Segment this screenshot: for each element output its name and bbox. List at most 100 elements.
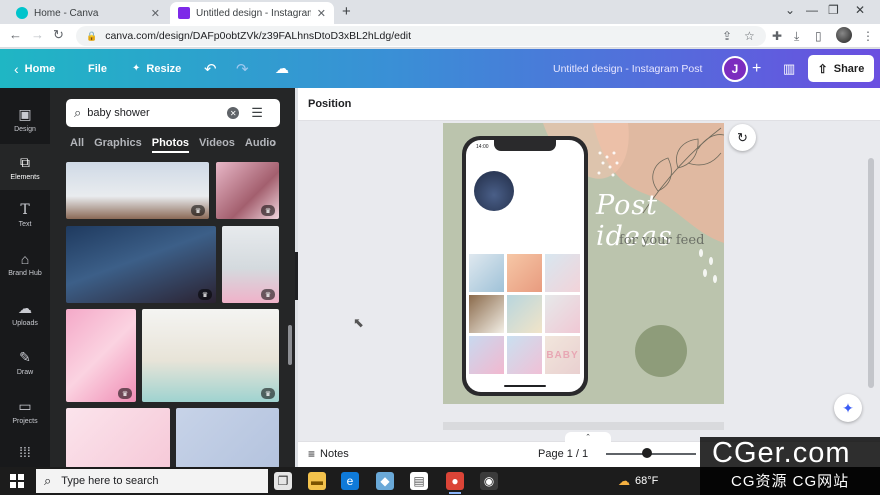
restore-icon[interactable]: ❐ [828,3,839,17]
rail-item-elements[interactable]: ⧉ Elements [0,144,50,190]
feed-grid-cell [507,336,542,374]
windows-start-icon[interactable] [10,474,24,488]
share-page-icon[interactable]: ⇪ [722,29,732,43]
premium-crown-icon: ♛ [261,388,275,399]
close-window-icon[interactable]: ✕ [855,3,865,17]
phone-mockup[interactable]: 14:00 BABY [462,136,588,396]
panel-scrollbar[interactable] [288,325,292,365]
rail-item-draw[interactable]: ✎ Draw [0,339,50,385]
redo-icon[interactable]: ↷ [236,49,249,88]
bookmark-star-icon[interactable]: ☆ [744,29,755,43]
rail-item-projects[interactable]: ▭ Projects [0,388,50,434]
photo-result[interactable]: ♛ [216,162,279,219]
photo-result[interactable]: ♛ [142,309,279,402]
side-panel-icon[interactable]: ▯ [815,29,822,43]
cloudy-sun-icon: ☁ [618,474,630,488]
chrome-icon[interactable]: ● [446,472,464,494]
user-avatar[interactable]: J [722,56,748,82]
tab-videos[interactable]: Videos [199,137,235,153]
filter-sliders-icon[interactable]: ☰ [251,105,263,121]
tab-graphics[interactable]: Graphics [94,137,142,153]
phone-status-time: 14:00 [476,144,489,150]
extensions-puzzle-icon[interactable]: ✚ [772,29,782,43]
file-explorer-icon[interactable]: ▬ [308,472,326,490]
premium-crown-icon: ♛ [261,205,275,216]
tab-close-icon[interactable]: ✕ [317,7,326,20]
back-arrow-icon[interactable]: ← [9,27,22,42]
uploads-icon: ☁ [18,299,32,316]
home-label: Home [24,62,56,75]
rail-item-brand-hub[interactable]: ⌂ Brand Hub [0,241,50,287]
task-view-icon[interactable]: ❐ [274,472,292,490]
add-collaborator-plus-icon[interactable]: + [752,49,761,88]
taskbar-search-box[interactable]: ⌕ Type here to search [36,469,268,493]
premium-crown-icon: ♛ [191,205,205,216]
resize-label: Resize [146,62,182,75]
notepad-icon[interactable]: ▤ [410,472,428,490]
phone-home-indicator [504,385,546,387]
feed-grid-cell [507,295,542,333]
editor-scrollbar[interactable] [868,158,874,388]
rail-label: Text [18,221,32,228]
rail-label: Draw [16,368,34,376]
forward-arrow-icon[interactable]: → [31,27,44,42]
search-input[interactable] [87,107,224,119]
canva-favicon-icon [16,7,28,19]
kebab-menu-icon[interactable]: ⋮ [862,29,874,43]
premium-crown-icon: ♛ [261,289,275,300]
next-page-placeholder[interactable] [443,422,724,430]
rail-item-design[interactable]: ▣ Design [0,96,50,142]
photo-result[interactable]: ♛ [66,309,136,402]
rail-label: Uploads [12,319,38,327]
cloud-saved-icon[interactable]: ☁ [275,49,289,88]
position-button[interactable]: Position [308,98,351,110]
weather-widget[interactable]: ☁ 68°F [618,474,658,488]
insights-chart-icon[interactable]: ▥ [783,49,795,88]
app-icon[interactable]: ◆ [376,472,394,490]
home-button[interactable]: ‹ Home [14,49,55,88]
edge-browser-icon[interactable]: e [341,472,359,490]
photo-result[interactable]: ♛ [66,162,209,219]
chevron-down-icon[interactable]: ⌄ [785,3,795,17]
page-indicator[interactable]: Page 1 / 1 [538,448,588,460]
share-button[interactable]: ⇧ Share [808,55,874,82]
rail-item-text[interactable]: T Text [0,192,50,238]
magic-sparkle-icon[interactable]: ✦ [834,394,862,422]
tab-untitled-design[interactable]: Untitled design - Instagram Post ✕ [170,2,334,24]
zoom-slider-handle[interactable] [641,448,652,458]
tabs-scroll-right-icon[interactable]: › [272,137,276,149]
lock-icon: 🔒 [86,30,98,41]
phone-screen: 14:00 BABY [466,140,584,392]
profile-photo [474,171,514,211]
design-subheadline[interactable]: for your feed [619,233,704,248]
chevron-up-icon[interactable]: ⌃ [565,432,611,442]
clear-search-icon[interactable]: ✕ [227,107,240,119]
reload-icon[interactable]: ↻ [53,27,64,43]
design-title[interactable]: Untitled design - Instagram Post [553,49,702,88]
resize-button[interactable]: ✦ Resize [132,49,181,88]
screen-recorder-icon[interactable]: ◉ [480,472,498,490]
refresh-icon[interactable]: ↻ [729,124,756,151]
photo-result[interactable]: ♛ [66,226,216,303]
phone-notch [494,140,556,151]
feed-grid-cell [469,295,504,333]
tab-photos[interactable]: Photos [151,137,190,153]
photo-result[interactable]: ♛ [222,226,279,303]
file-menu-button[interactable]: File [88,49,107,88]
profile-avatar-icon[interactable] [836,27,852,43]
undo-icon[interactable]: ↶ [204,49,217,88]
tab-close-icon[interactable]: ✕ [151,7,160,20]
photo-result[interactable] [176,408,279,467]
tab-all[interactable]: All [70,137,84,153]
tab-home-canva[interactable]: Home - Canva ✕ [8,2,168,24]
rail-item-uploads[interactable]: ☁ Uploads [0,290,50,336]
notes-button[interactable]: ≡ Notes [308,447,349,461]
new-tab-button[interactable]: + [342,3,351,20]
left-nav-rail: ▣ Design ⧉ Elements T Text ⌂ Brand Hub ☁… [0,88,50,467]
minimize-icon[interactable]: — [806,3,818,17]
elements-icon: ⧉ [20,153,30,170]
rail-label: Elements [10,173,40,181]
address-bar[interactable]: 🔒 canva.com/design/DAFp0obtZVk/z39FALhns… [76,26,766,46]
download-icon[interactable]: ⤓ [794,29,799,44]
photo-result[interactable] [66,408,170,467]
